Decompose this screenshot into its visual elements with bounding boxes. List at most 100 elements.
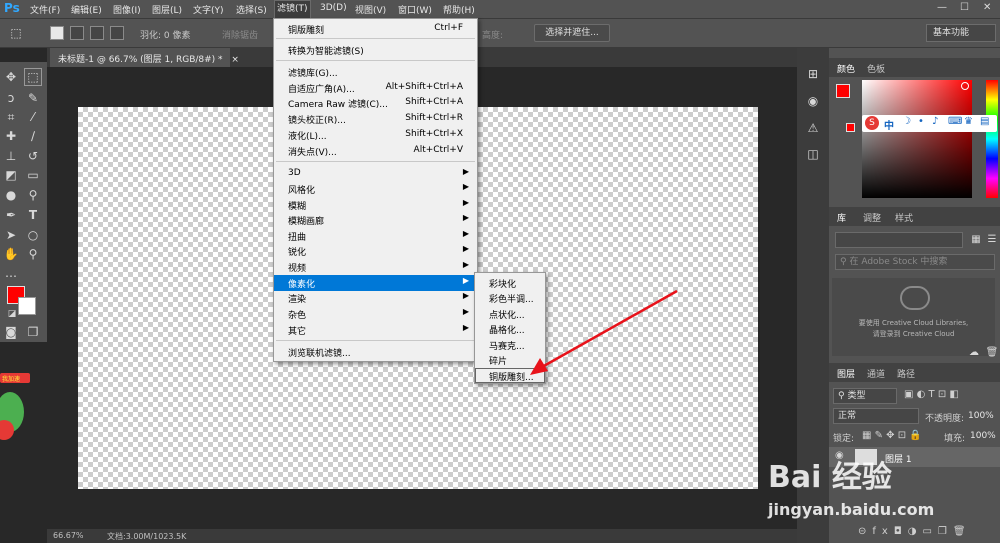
zoom-level[interactable]: 66.67% [53,531,84,540]
mascot-ad[interactable]: 我加速 [0,370,30,445]
path-select-icon[interactable]: ➤ [3,227,19,243]
menu-item-video[interactable]: 视频 ▶ [274,259,477,275]
healing-brush-icon[interactable]: ✚ [3,128,19,144]
keyboard-icon[interactable]: ⌨ [948,116,962,127]
library-search-input[interactable]: ⚲ 在 Adobe Stock 中搜索 [835,254,995,270]
menu-3d[interactable]: 3D(D) [320,3,347,17]
minimize-button[interactable]: — [937,2,947,13]
crop-tool-icon[interactable]: ⌗ [3,109,19,125]
menu-filter[interactable]: 滤镜(T) [274,0,311,19]
workspace-select[interactable]: 基本功能 [926,24,996,42]
ellipse-tool-icon[interactable]: ○ [25,227,41,243]
zoom-tool-icon[interactable]: ⚲ [25,246,41,262]
more-tools-icon[interactable]: … [3,265,19,281]
menu-item-pixelate[interactable]: 像素化 ▶ [274,275,477,291]
menu-item-liquify[interactable]: 液化(L)... Shift+Ctrl+X [274,127,477,143]
lasso-tool-icon[interactable]: ↄ [3,90,19,106]
tab-styles[interactable]: 样式 [895,211,913,224]
pen-tool-icon[interactable]: ✒ [3,207,19,223]
tab-layers[interactable]: 图层 [837,367,855,380]
clone-stamp-icon[interactable]: ⊥ [3,148,19,164]
intersect-selection-icon[interactable] [110,26,124,40]
adjustments-panel-icon[interactable]: ⚠ [805,120,821,136]
hue-slider[interactable] [986,80,998,198]
ime-mode-chinese[interactable]: 中 [884,117,894,132]
menu-type[interactable]: 文字(Y) [193,3,224,17]
properties-panel-icon[interactable]: ◉ [805,93,821,109]
select-and-mask-button[interactable]: 选择并遮住... [534,24,610,42]
menu-item-last-filter[interactable]: 铜版雕刻 Ctrl+F [274,21,477,37]
moon-icon[interactable]: ☽ [902,116,911,127]
fill-value[interactable]: 100% [970,431,996,441]
library-trash-icon[interactable]: 🗑 [984,345,1000,361]
menu-item-convert-smart[interactable]: 转换为智能滤镜(S) [274,42,477,58]
blend-mode-select[interactable]: 正常 [833,408,919,424]
document-tab[interactable]: 未标题-1 @ 66.7% (图层 1, RGB/8#) * × [50,48,239,67]
brush-tool-icon[interactable]: ∕ [25,128,41,144]
marquee-tool-icon[interactable]: ⬚ [24,68,42,86]
new-selection-icon[interactable] [50,26,64,40]
tab-libraries[interactable]: 库 [837,211,846,224]
menu-item-lens-correction[interactable]: 镜头校正(R)... Shift+Ctrl+R [274,111,477,127]
color-picker-handle[interactable] [961,82,969,90]
tab-swatches[interactable]: 色板 [867,62,885,75]
default-colors-icon[interactable]: ◪ [4,306,20,322]
menu-item-filter-gallery[interactable]: 滤镜库(G)... [274,64,477,80]
menu-item-blur-gallery[interactable]: 模糊画廊 ▶ [274,212,477,228]
blur-tool-icon[interactable]: ● [3,187,19,203]
quick-mask-icon[interactable]: ◙ [3,324,19,340]
cc-text-2[interactable]: 请登录到 Creative Cloud [836,329,991,339]
library-select[interactable] [835,232,963,248]
history-brush-icon[interactable]: ↺ [25,148,41,164]
lock-icons[interactable]: ▦ ✎ ✥ ⊡ 🔒 [862,430,922,441]
menu-image[interactable]: 图像(I) [113,3,141,17]
menu-item-3d[interactable]: 3D ▶ [274,166,477,182]
punctuation-icon[interactable]: • [918,116,924,127]
tab-paths[interactable]: 路径 [897,367,915,380]
menu-item-adaptive-wide[interactable]: 自适应广角(A)... Alt+Shift+Ctrl+A [274,80,477,96]
microphone-icon[interactable]: ♪ [932,116,938,127]
type-tool-icon[interactable]: T [25,207,41,223]
panel-foreground-swatch[interactable] [836,84,850,98]
maximize-button[interactable]: ☐ [960,2,969,13]
hand-tool-icon[interactable]: ✋ [3,246,19,262]
layer-filter-icons[interactable]: ▣ ◐ T ⊡ ◧ [904,389,959,400]
tab-adjustments[interactable]: 调整 [863,211,881,224]
panel-background-swatch[interactable] [846,123,855,132]
feather-label[interactable]: 羽化: 0 像素 [140,28,190,41]
close-tab-icon[interactable]: × [231,55,239,65]
close-window-button[interactable]: ✕ [983,2,991,13]
skin-icon[interactable]: ♛ [964,116,973,127]
menu-file[interactable]: 文件(F) [30,3,60,17]
gradient-tool-icon[interactable]: ▭ [25,167,41,183]
menu-select[interactable]: 选择(S) [236,3,267,17]
settings-icon[interactable]: ▤ [980,116,989,127]
menu-help[interactable]: 帮助(H) [443,3,475,17]
menu-layer[interactable]: 图层(L) [152,3,182,17]
menu-item-stylize[interactable]: 风格化 ▶ [274,181,477,197]
menu-item-camera-raw[interactable]: Camera Raw 滤镜(C)... Shift+Ctrl+A [274,95,477,111]
antialias-checkbox[interactable]: 消除锯齿 [222,28,258,41]
layer-filter-select[interactable]: ⚲ 类型 [833,388,897,404]
history-panel-icon[interactable]: ⊞ [805,66,821,82]
add-selection-icon[interactable] [70,26,84,40]
menu-item-sharpen[interactable]: 锐化 ▶ [274,243,477,259]
opacity-value[interactable]: 100% [968,411,994,421]
subtract-selection-icon[interactable] [90,26,104,40]
paths-panel-icon[interactable]: ◫ [805,146,821,162]
menu-item-distort[interactable]: 扭曲 ▶ [274,228,477,244]
menu-edit[interactable]: 编辑(E) [71,3,102,17]
tab-color[interactable]: 颜色 [837,62,855,75]
color-field[interactable] [862,80,972,198]
ime-toolbar[interactable]: S 中 ☽ • ♪ ⌨ ♛ ▤ [862,115,997,132]
menu-item-other[interactable]: 其它 ▶ [274,322,477,338]
screen-mode-icon[interactable]: ❐ [25,324,41,340]
menu-item-vanishing-point[interactable]: 消失点(V)... Alt+Ctrl+V [274,143,477,159]
grid-view-icon[interactable]: ▦ [968,232,984,248]
marquee-preset-icon[interactable]: ⬚ [8,25,24,41]
quick-select-tool-icon[interactable]: ✎ [25,90,41,106]
menu-item-render[interactable]: 渲染 ▶ [274,290,477,306]
move-tool-icon[interactable]: ✥ [3,69,19,85]
list-view-icon[interactable]: ☰ [984,232,1000,248]
menu-item-blur[interactable]: 模糊 ▶ [274,197,477,213]
